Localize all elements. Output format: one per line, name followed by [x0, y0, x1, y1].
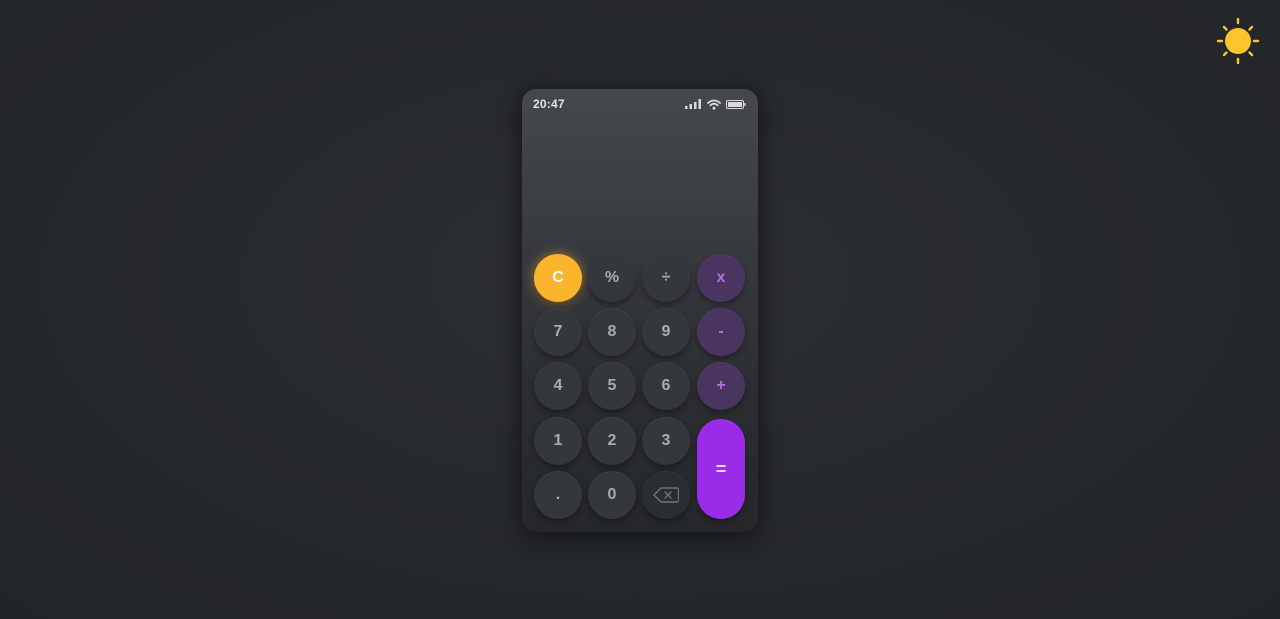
- calculator-phone: 20:47 C % ÷ x 7 8 9 - 4 5 6 + 1 2 3 = . …: [522, 89, 758, 532]
- digit-6-button[interactable]: 6: [642, 362, 690, 410]
- wifi-icon: [707, 99, 721, 110]
- multiply-button[interactable]: x: [697, 254, 745, 302]
- clear-button[interactable]: C: [534, 254, 582, 302]
- battery-icon: [726, 99, 746, 109]
- backspace-button[interactable]: [642, 471, 690, 519]
- decimal-button[interactable]: .: [534, 471, 582, 519]
- theme-toggle-button[interactable]: [1216, 17, 1260, 65]
- digit-3-button[interactable]: 3: [642, 417, 690, 465]
- backspace-icon: [653, 487, 679, 503]
- page-background: 20:47 C % ÷ x 7 8 9 - 4 5 6 + 1 2 3 = . …: [0, 0, 1280, 619]
- status-icons: [685, 99, 746, 110]
- minus-button[interactable]: -: [697, 308, 745, 356]
- digit-8-button[interactable]: 8: [588, 308, 636, 356]
- status-time: 20:47: [533, 97, 565, 111]
- digit-2-button[interactable]: 2: [588, 417, 636, 465]
- calculator-display: [534, 119, 746, 249]
- equals-button[interactable]: =: [697, 419, 745, 519]
- digit-0-button[interactable]: 0: [588, 471, 636, 519]
- digit-4-button[interactable]: 4: [534, 362, 582, 410]
- sun-icon: [1216, 17, 1260, 65]
- signal-bars-icon: [685, 99, 701, 109]
- divide-button[interactable]: ÷: [642, 254, 690, 302]
- digit-5-button[interactable]: 5: [588, 362, 636, 410]
- percent-button[interactable]: %: [588, 254, 636, 302]
- digit-7-button[interactable]: 7: [534, 308, 582, 356]
- plus-button[interactable]: +: [697, 362, 745, 410]
- status-bar: 20:47: [533, 96, 746, 112]
- digit-9-button[interactable]: 9: [642, 308, 690, 356]
- digit-1-button[interactable]: 1: [534, 417, 582, 465]
